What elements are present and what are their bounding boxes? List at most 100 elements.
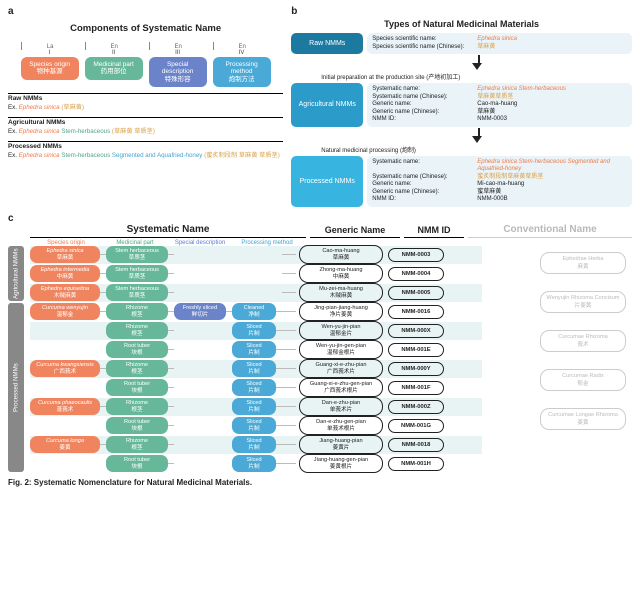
kv-key: Systematic name: <box>372 86 477 94</box>
header-nmmid: NMM ID <box>404 225 464 238</box>
components-row: LaISpecies origin物种基源 EnIIMedicinal part… <box>8 42 283 87</box>
panel-c-label: c <box>8 213 632 224</box>
kv-key: Systematic name (Chinese): <box>372 94 477 102</box>
cell: Sliced片制 <box>232 455 276 471</box>
cell: Curcuma longa姜黄 <box>30 436 100 452</box>
cell: Rhizome根茎 <box>106 303 168 319</box>
kv-val: 草麻黄草质茎 <box>477 94 627 102</box>
group-label: Agricultural NMMs <box>8 246 24 301</box>
panel-a: a Components of Systematic Name LaISpeci… <box>8 6 283 207</box>
block-head: Processed NMMs <box>291 156 363 207</box>
cell: Curcuma wenyujin温郁金 <box>30 303 100 319</box>
c-body: Ephedra sinica草麻黄Stem herbaceous草质茎Cao-m… <box>8 246 632 474</box>
cell: Cleaned净制 <box>232 303 276 319</box>
nmm-id: NMM-000Z <box>388 400 444 414</box>
kv-key: Species scientific name (Chinese): <box>372 44 477 52</box>
group-label: Processed NMMs <box>8 303 24 472</box>
generic-name: Dan-e-zhu-pian单莪术片 <box>299 397 383 415</box>
table-row: Curcuma longa姜黄Rhizome根茎Sliced片制Jiang-hu… <box>30 436 632 454</box>
cell: Sliced片制 <box>232 417 276 433</box>
cell: Root tuber块根 <box>106 455 168 471</box>
cell: Root tuber块根 <box>106 417 168 433</box>
conventional-name: Curcumae Rhizoma莪术 <box>540 330 626 352</box>
cell: Root tuber块根 <box>106 341 168 357</box>
header-conventional: Conventional Name <box>468 224 632 238</box>
cell: Freshly sliced鲜切片 <box>174 303 226 319</box>
arrow-2 <box>321 128 632 143</box>
panel-b-label: b <box>291 6 632 17</box>
arrow-label: Natural medicinal processing (炮制) <box>321 145 416 154</box>
block-raw: Raw NMMs Species scientific name:Ephedra… <box>291 33 632 54</box>
cell: Rhizome根茎 <box>106 322 168 338</box>
block-proc: Processed NMMs Systematic name:Ephedra s… <box>291 156 632 207</box>
nmm-id: NMM-0003 <box>388 248 444 262</box>
kv-key: Generic name (Chinese): <box>372 109 477 117</box>
arrow-1 <box>321 55 632 70</box>
panel-b: b Types of Natural Medicinal Materials R… <box>291 6 632 207</box>
cell: Root tuber块根 <box>106 379 168 395</box>
comp-num: I <box>21 50 79 56</box>
comp-num: III <box>149 50 207 56</box>
stage-raw: Raw NMMs Ex. Ephedra sinica (草麻黄) <box>8 93 283 111</box>
kv-val: NMM-0003 <box>477 116 627 124</box>
generic-name: Jing-pian-jiang-huang净片姜黄 <box>299 302 383 320</box>
nmm-id: NMM-0005 <box>388 286 444 300</box>
header-systematic: Systematic Name <box>30 224 306 238</box>
kv-val: 蜜草麻黄 <box>477 189 627 197</box>
kv-val: Ephedra sinica <box>477 36 627 44</box>
panel-a-label: a <box>8 6 283 17</box>
kv-key: Generic name (Chinese): <box>372 189 477 197</box>
kv-val: 草麻黄 <box>477 44 627 52</box>
cell: Ephedra intermedia中麻黄 <box>30 265 100 281</box>
stage-agri: Agricultural NMMs Ex. Ephedra sinica Ste… <box>8 117 283 135</box>
kv-key: NMM ID: <box>372 116 477 124</box>
generic-name: Zhong-ma-huang中麻黄 <box>299 264 383 282</box>
cell: Stem herbaceous草质茎 <box>106 265 168 281</box>
cell: Rhizome根茎 <box>106 398 168 414</box>
cell: Curcuma phaeocaulis蓬莪术 <box>30 398 100 414</box>
cell: Stem herbaceous草质茎 <box>106 284 168 300</box>
block-head: Raw NMMs <box>291 33 363 54</box>
block-body: Systematic name:Ephedra sinica Stem-herb… <box>367 83 632 127</box>
cell: Rhizome根茎 <box>106 436 168 452</box>
nmm-id: NMM-0004 <box>388 267 444 281</box>
panel-a-title: Components of Systematic Name <box>8 23 283 34</box>
stage-example: Ex. Ephedra sinica Stem-herbaceous Segme… <box>8 150 283 159</box>
stage-example: Ex. Ephedra sinica (草麻黄) <box>8 102 283 111</box>
nmm-id: NMM-001G <box>388 419 444 433</box>
comp-species-origin: Species origin物种基源 <box>21 57 79 80</box>
cell: Stem herbaceous草质茎 <box>106 246 168 262</box>
figure-caption: Fig. 2: Systematic Nomenclature for Natu… <box>8 478 632 487</box>
comp-lang: En <box>213 42 271 50</box>
panel-b-title: Types of Natural Medicinal Materials <box>291 19 632 29</box>
comp-num: IV <box>213 50 271 56</box>
conventional-name: Curcumae Longae Rhizoma姜黄 <box>540 408 626 430</box>
kv-val: Ephedra sinica Stem-herbaceous Segmented… <box>477 159 627 174</box>
comp-processing-method: Processing method炮制方法 <box>213 57 271 87</box>
comp-lang: La <box>21 42 79 50</box>
nmm-id: NMM-0018 <box>388 438 444 452</box>
block-body: Systematic name:Ephedra sinica Stem-herb… <box>367 156 632 207</box>
comp-special-description: Special description特殊形容 <box>149 57 207 87</box>
generic-name: Cao-ma-huang草麻黄 <box>299 245 383 263</box>
kv-val: NMM-000B <box>477 196 627 204</box>
comp-lang: En <box>149 42 207 50</box>
kv-key: Systematic name (Chinese): <box>372 174 477 182</box>
kv-val: 蜜炙制段制草麻黄草质茎 <box>477 174 627 182</box>
block-body: Species scientific name:Ephedra sinica S… <box>367 33 632 54</box>
figure-page: a Components of Systematic Name LaISpeci… <box>0 0 640 489</box>
kv-val: 草麻黄 <box>477 109 627 117</box>
kv-key: Generic name: <box>372 181 477 189</box>
generic-name: Jiang-huang-pian姜黄片 <box>299 435 383 453</box>
generic-name: Jiang-huang-gen-pian姜黄根片 <box>299 454 383 472</box>
kv-key: NMM ID: <box>372 196 477 204</box>
cell: Curcuma kwangsiensis广西莪术 <box>30 360 100 376</box>
cell: Rhizome根茎 <box>106 360 168 376</box>
conventional-name: Ephedrae Herba麻黄 <box>540 252 626 274</box>
kv-val: Cao-ma-huang <box>477 101 627 109</box>
comp-medicinal-part: Medicinal part药用部位 <box>85 57 143 80</box>
panel-c: c Systematic Name Generic Name NMM ID Co… <box>8 213 632 474</box>
generic-name: Dan-e-zhu-gen-pian单莪术根片 <box>299 416 383 434</box>
stage-proc: Processed NMMs Ex. Ephedra sinica Stem-h… <box>8 141 283 159</box>
table-row: Root tuber块根 Sliced片制 Jiang-huang-gen-pian… <box>30 455 632 473</box>
